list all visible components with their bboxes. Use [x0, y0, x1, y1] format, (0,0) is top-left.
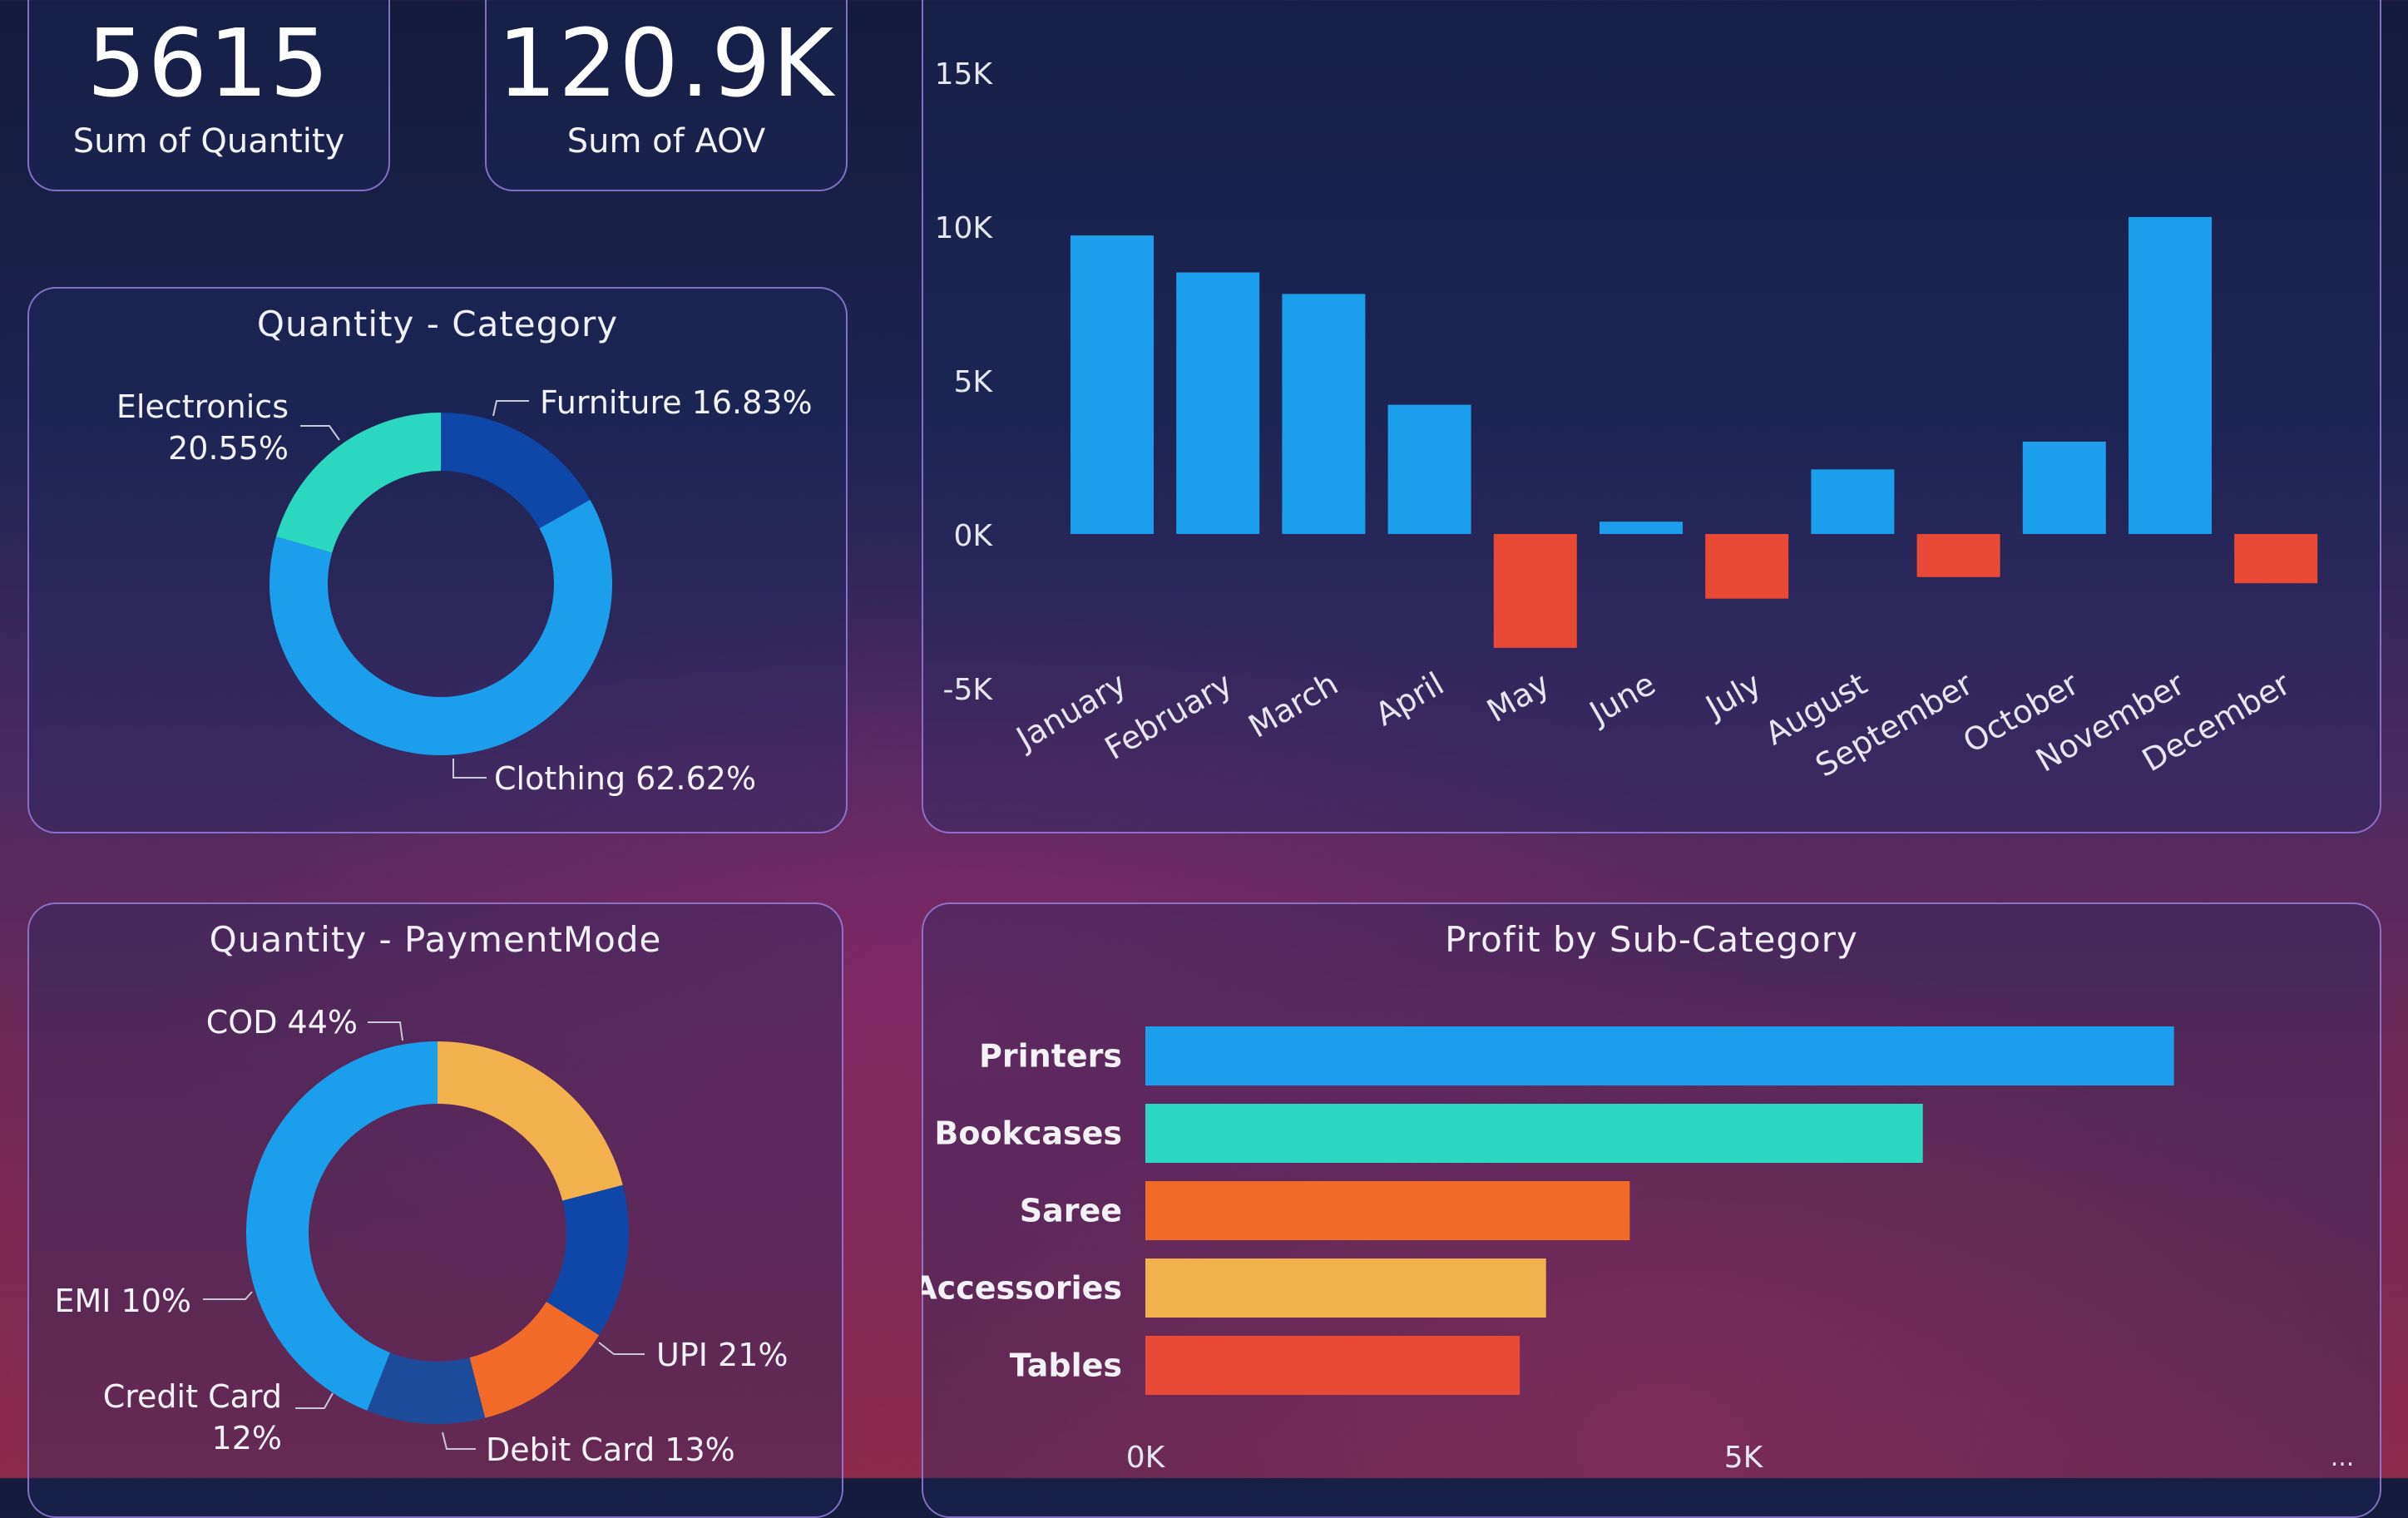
category-donut-card: Quantity - Category Furniture 16.83% Clot… [27, 287, 848, 833]
bar-december [2234, 534, 2318, 584]
bar-saree [1145, 1181, 1630, 1240]
bar-july [1705, 534, 1789, 599]
leader-line [442, 1431, 476, 1450]
y-tick-label: 10K [935, 211, 994, 245]
bar-october [2022, 442, 2106, 534]
kpi-value: 5615 [87, 10, 331, 118]
bar-tables [1145, 1336, 1520, 1395]
y-tick-label: Saree [1020, 1193, 1122, 1229]
slice-label: COD 44% [206, 1004, 358, 1041]
kpi-card-aov: 120.9K Sum of AOV [485, 0, 848, 191]
bar-march [1282, 294, 1366, 534]
slice-label: Electronics [116, 388, 289, 425]
y-tick-label: 5K [953, 365, 993, 399]
donut-slice [438, 1041, 623, 1201]
slice-label: Clothing 62.62% [494, 760, 756, 797]
x-tick-label: April [1369, 665, 1450, 734]
bar-september [1916, 534, 2000, 577]
y-tick-label: 0K [953, 519, 993, 553]
y-tick-label: Printers [979, 1038, 1122, 1075]
bar-printers [1145, 1026, 2174, 1085]
payment-donut-card: Quantity - PaymentMode UPI 21% Debit Card… [27, 902, 843, 1518]
slice-label: Furniture 16.83% [540, 384, 813, 421]
kpi-value: 120.9K [497, 10, 836, 118]
y-tick-label: 15K [935, 57, 994, 91]
bar-may [1493, 534, 1577, 648]
leader-line [452, 759, 487, 779]
subcategory-chart-card: Profit by Sub-Category Printers Bookcases… [922, 902, 2381, 1518]
slice-label: UPI 21% [656, 1337, 788, 1373]
bar-february [1176, 272, 1260, 534]
kpi-card-quantity: 5615 Sum of Quantity [27, 0, 390, 191]
bar-june [1600, 522, 1683, 534]
leader-line [492, 400, 529, 417]
bar-january [1070, 235, 1154, 534]
bar-august [1811, 469, 1895, 534]
x-tick-label: 5K [1724, 1441, 1764, 1475]
x-tick-label: March [1243, 665, 1344, 745]
more-options-label: ... [2331, 1443, 2355, 1472]
slice-label: Credit Card [103, 1378, 282, 1415]
bar-bookcases [1145, 1104, 1923, 1163]
leader-line [295, 1392, 334, 1409]
leader-line [203, 1291, 253, 1300]
x-tick-label: May [1481, 665, 1555, 729]
x-tick-label: June [1582, 665, 1661, 732]
donut-slice [275, 413, 441, 553]
leader-line [300, 425, 340, 441]
leader-line [368, 1021, 403, 1041]
bar-april [1387, 404, 1471, 534]
bar-november [2129, 216, 2212, 534]
y-tick-label: -5K [942, 673, 993, 707]
y-tick-label: Tables [1010, 1347, 1122, 1384]
slice-label: Debit Card 13% [486, 1431, 735, 1468]
bar-accessories [1145, 1258, 1546, 1318]
leader-line [598, 1342, 645, 1355]
slice-label: 20.55% [168, 430, 289, 467]
subcategory-bar-chart[interactable]: Printers Bookcases Saree Accessories Tables 0… [922, 902, 2381, 1518]
y-tick-label: Bookcases [934, 1115, 1122, 1152]
slice-label: EMI 10% [54, 1283, 191, 1319]
donut-slice [441, 413, 591, 529]
category-donut-chart[interactable]: Furniture 16.83% Clothing 62.62% Electroni… [27, 287, 848, 833]
slice-label: 12% [212, 1420, 282, 1456]
kpi-label: Sum of AOV [566, 122, 766, 161]
x-tick-label: July [1698, 665, 1768, 726]
monthly-chart-card: 15K 10K 5K 0K -5K January February March April Ma… [922, 0, 2381, 833]
kpi-label: Sum of Quantity [72, 122, 345, 161]
payment-donut-chart[interactable]: UPI 21% Debit Card 13% Credit Card 12% EMI 1… [27, 902, 843, 1518]
x-tick-label: 0K [1126, 1441, 1166, 1475]
y-tick-label: Accessories [922, 1270, 1122, 1307]
monthly-bar-chart[interactable]: 15K10K5K0K-5K JanuaryFebruary March April Ma… [922, 0, 2381, 833]
donut-slice [246, 1041, 438, 1411]
